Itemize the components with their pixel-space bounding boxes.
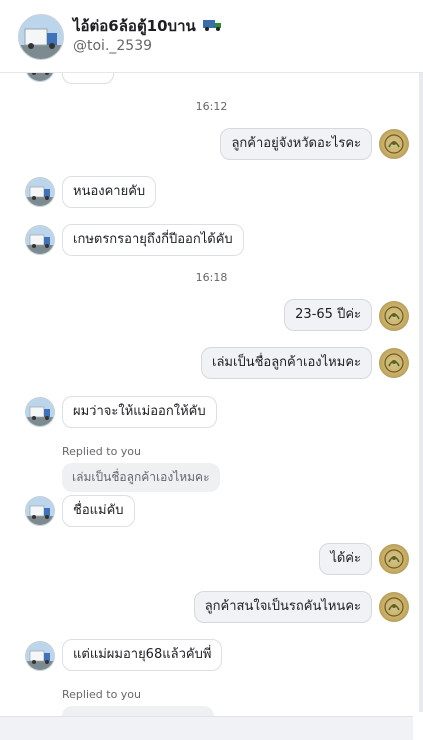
incoming-message[interactable]: ชื่อแม่คับ (62, 495, 135, 527)
truck-avatar-icon (19, 15, 63, 59)
chat-title-text: ไอ้ต่อ6ล้อตู้10บาน (73, 17, 196, 35)
user-avatar (379, 592, 409, 622)
scrollbar[interactable] (419, 72, 423, 712)
incoming-message[interactable]: หนองคายคับ (62, 176, 157, 208)
timestamp: 16:12 (195, 100, 228, 113)
user-avatar (379, 544, 409, 574)
truck-emoji-icon (203, 18, 223, 36)
emblem-avatar-icon (384, 306, 404, 326)
profile-avatar[interactable] (18, 14, 64, 60)
replied-label: Replied to you (62, 688, 142, 701)
contact-avatar (25, 641, 55, 671)
incoming-message[interactable]: แต่แม่ผมอายุ68แล้วคับพี่ (62, 639, 223, 671)
truck-avatar-icon (26, 398, 54, 426)
reply-quote[interactable]: เล่มเป็นชื่อลูกค้าเองไหมคะ (62, 463, 220, 492)
user-avatar (379, 129, 409, 159)
incoming-message[interactable]: ผมว่าจะให้แม่ออกให้คับ (62, 396, 217, 428)
emblem-avatar-icon (384, 353, 404, 373)
chat-title: ไอ้ต่อ6ล้อตู้10บาน (73, 14, 223, 38)
contact-avatar (25, 397, 55, 427)
emblem-avatar-icon (384, 597, 404, 617)
outgoing-message[interactable]: เล่มเป็นชื่อลูกค้าเองไหมคะ (201, 347, 372, 379)
user-avatar (379, 301, 409, 331)
emblem-avatar-icon (384, 549, 404, 569)
truck-avatar-icon (26, 178, 54, 206)
timestamp: 16:18 (195, 271, 228, 284)
chat-username: @toi._2539 (73, 38, 153, 54)
replied-label: Replied to you (62, 445, 142, 458)
outgoing-message[interactable]: ลูกค้าอยู่จังหวัดอะไรคะ (220, 128, 372, 160)
emblem-avatar-icon (384, 134, 404, 154)
truck-avatar-icon (26, 226, 54, 254)
truck-avatar-icon (26, 642, 54, 670)
contact-avatar (25, 496, 55, 526)
incoming-message[interactable]: เกษตรกรอายุถึงกี่ปีออกได้คับ (62, 224, 244, 256)
outgoing-message[interactable]: ได้ค่ะ (319, 543, 372, 575)
contact-avatar (25, 225, 55, 255)
outgoing-message[interactable]: ลูกค้าสนใจเป็นรถคันไหนคะ (193, 591, 372, 623)
contact-avatar (25, 177, 55, 207)
truck-avatar-icon (26, 497, 54, 525)
message-composer-area[interactable] (0, 716, 413, 740)
chat-header: ไอ้ต่อ6ล้อตู้10บาน @toi._2539 (0, 0, 423, 73)
user-avatar (379, 348, 409, 378)
outgoing-message[interactable]: 23-65 ปีค่ะ (284, 299, 372, 331)
